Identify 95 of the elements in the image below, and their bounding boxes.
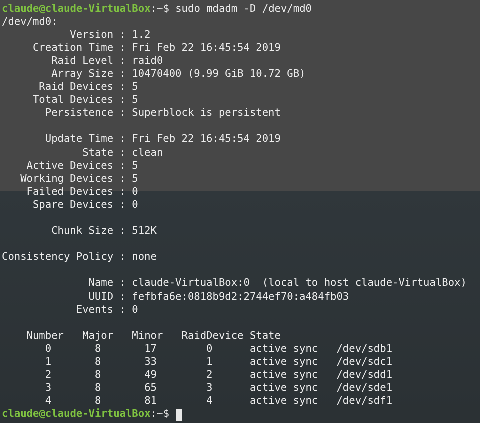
field-label: Persistence (45, 107, 114, 120)
field-value: clean (132, 146, 164, 160)
field-value: fefbfa6e:0818b9d2:2744ef70:a484fb03 (132, 290, 350, 304)
field-value: 512K (132, 225, 157, 238)
table-cell: 8 (94, 382, 102, 394)
field-value: 5 (132, 160, 138, 173)
field-value: Fri Feb 22 16:45:54 2019 (132, 42, 281, 55)
field-label: Version (70, 28, 114, 41)
table-cell: 0 (206, 342, 213, 355)
prompt-user-host: claude@claude-VirtualBox (2, 408, 151, 422)
field-separator: : (120, 198, 126, 212)
table-cell: 33 (144, 356, 157, 368)
table-cell: 4 (45, 395, 52, 408)
field-label: Events (76, 304, 114, 316)
table-cell: 4 (206, 395, 213, 408)
table-cell: 81 (144, 395, 157, 408)
table-cell: 8 (94, 356, 102, 368)
field-separator: : (120, 68, 126, 82)
field-value: 0 (132, 304, 138, 317)
table-cell: active sync (250, 369, 318, 382)
command-text: sudo mdadm -D /dev/md0 (176, 2, 312, 16)
field-separator: : (120, 94, 126, 108)
table-cell: 8 (94, 342, 102, 355)
field-label: Spare Devices (32, 198, 114, 211)
field-separator: : (120, 277, 126, 291)
column-header: State (250, 330, 282, 343)
table-cell: 3 (206, 382, 213, 394)
table-cell: 1 (45, 356, 52, 368)
field-label: Working Devices (20, 172, 114, 185)
field-label: Array Size (52, 68, 114, 80)
field-label: Failed Devices (26, 186, 114, 198)
table-cell: 3 (45, 382, 52, 394)
field-label: Creation Time (32, 42, 114, 54)
prompt-user-host: claude@claude-VirtualBox (2, 2, 151, 16)
field-label: Active Devices (26, 160, 114, 172)
table-cell: /dev/sde1 (336, 382, 393, 394)
field-value: 0 (132, 198, 138, 212)
field-separator: : (120, 304, 126, 317)
field-label: Consistency Policy (2, 251, 114, 264)
field-separator: : (120, 290, 126, 304)
table-cell: 65 (144, 382, 157, 394)
field-separator: : (120, 225, 126, 238)
prompt-symbol: :~$ (150, 408, 170, 422)
field-label: Raid Devices (39, 81, 114, 94)
table-cell: /dev/sdf1 (336, 395, 393, 408)
field-separator: : (120, 251, 126, 264)
field-label: Chunk Size (52, 225, 114, 238)
field-value: Fri Feb 22 16:45:54 2019 (132, 133, 281, 147)
column-header: Number (26, 330, 64, 343)
field-separator: : (120, 160, 126, 173)
field-value: raid0 (132, 54, 164, 68)
field-value: claude-VirtualBox:0 (local to host claude-VirtualBox) (132, 277, 467, 291)
field-label: Total Devices (32, 94, 114, 106)
field-separator: : (120, 172, 126, 186)
field-value: 10470400 (9.99 GiB 10.72 GB) (132, 68, 306, 82)
column-header: Major (82, 330, 114, 343)
field-value: 5 (132, 94, 138, 108)
column-header: Minor (131, 330, 164, 343)
field-label: Raid Level (52, 54, 114, 67)
field-label: UUID (88, 290, 114, 303)
output-line: /dev/md0: (2, 16, 58, 29)
field-separator: : (120, 81, 126, 94)
column-header: RaidDevice (180, 330, 244, 343)
field-separator: : (120, 133, 126, 147)
field-value: Superblock is persistent (132, 107, 281, 120)
field-value: 5 (132, 81, 138, 94)
table-cell: 0 (45, 342, 52, 355)
table-cell: 1 (206, 356, 213, 368)
table-cell: active sync (250, 395, 318, 408)
prompt-symbol: :~$ (150, 2, 170, 16)
table-cell: /dev/sdc1 (336, 356, 393, 368)
field-label: Name (88, 277, 114, 290)
field-value: 5 (132, 172, 138, 186)
table-cell: active sync (250, 342, 318, 355)
table-cell: 2 (45, 369, 52, 382)
field-separator: : (120, 42, 126, 55)
table-cell: active sync (250, 356, 318, 368)
field-separator: : (120, 54, 126, 68)
table-cell: 8 (94, 369, 102, 382)
field-label: Update Time (45, 133, 114, 146)
table-cell: 49 (144, 369, 157, 382)
table-cell: 17 (144, 342, 157, 355)
table-cell: /dev/sdb1 (336, 342, 393, 355)
field-separator: : (120, 107, 126, 120)
field-separator: : (120, 146, 126, 160)
table-cell: /dev/sdd1 (336, 369, 393, 382)
table-cell: 2 (206, 369, 213, 382)
field-value: 0 (132, 186, 138, 199)
field-separator: : (120, 28, 126, 42)
table-cell: active sync (250, 382, 318, 394)
field-value: none (132, 251, 157, 264)
field-value: 1.2 (132, 28, 151, 42)
field-separator: : (120, 186, 126, 199)
field-label: State (82, 146, 114, 159)
table-cell: 8 (94, 395, 102, 408)
